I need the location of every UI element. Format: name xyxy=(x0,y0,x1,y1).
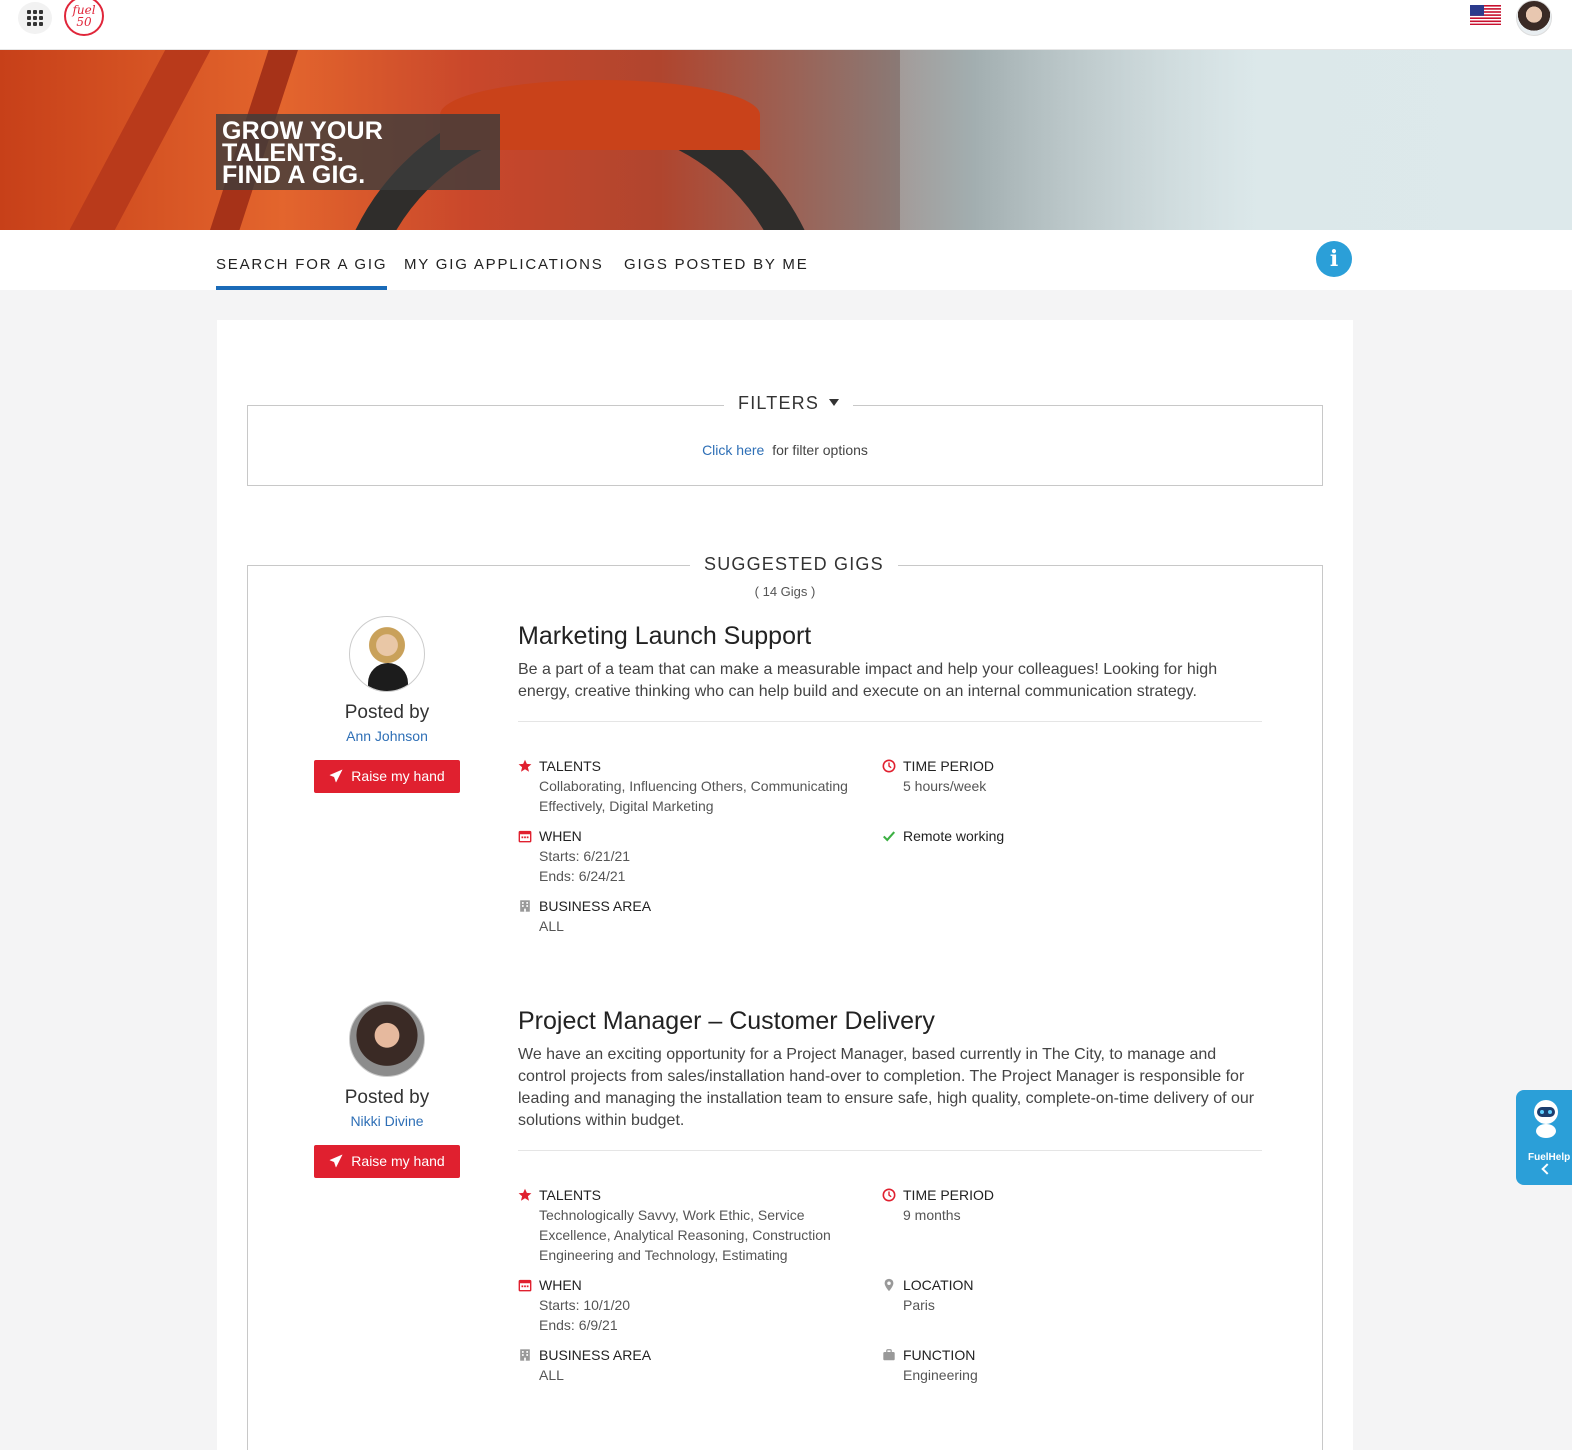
gig-talents: TALENTS Collaborating, Influencing Other… xyxy=(518,756,858,816)
raise-my-hand-button[interactable]: Raise my hand xyxy=(314,760,460,793)
banner-title: GROW YOUR TALENTS. FIND A GIG. xyxy=(216,114,500,190)
map-pin-icon xyxy=(884,1278,894,1292)
gig-business-area: BUSINESS AREA ALL xyxy=(518,1345,858,1385)
gig-time-period: TIME PERIOD 5 hours/week xyxy=(882,756,1222,796)
calendar-icon xyxy=(518,830,532,843)
star-icon xyxy=(518,759,532,772)
filters-toggle[interactable]: FILTERS xyxy=(724,393,854,414)
poster-avatar xyxy=(349,616,425,692)
star-icon xyxy=(518,1188,532,1201)
gig-business-area: BUSINESS AREA ALL xyxy=(518,896,858,936)
main-content: FILTERS Click here for filter options SU… xyxy=(217,320,1353,1450)
posted-by-label: Posted by xyxy=(344,702,430,723)
paper-plane-icon xyxy=(329,1154,343,1168)
tab-search-for-a-gig[interactable]: SEARCH FOR A GIG xyxy=(216,256,388,290)
briefcase-icon xyxy=(883,1349,895,1361)
hero-banner: GROW YOUR TALENTS. FIND A GIG. xyxy=(0,50,1572,230)
caret-down-icon xyxy=(829,398,840,406)
tab-bar: SEARCH FOR A GIG MY GIG APPLICATIONS GIG… xyxy=(0,230,1572,290)
building-icon xyxy=(520,900,530,912)
posted-by-label: Posted by xyxy=(344,1087,430,1108)
filter-options-link[interactable]: Click here xyxy=(702,442,764,458)
gig-when: WHEN Starts: 6/21/21 Ends: 6/24/21 xyxy=(518,826,858,886)
gig-function: FUNCTION Engineering xyxy=(882,1345,1222,1385)
divider xyxy=(518,721,1262,722)
paper-plane-icon xyxy=(329,769,343,783)
divider xyxy=(518,1150,1262,1151)
gigs-count: ( 14 Gigs ) xyxy=(754,584,816,599)
fuel50-logo[interactable]: fuel 50 xyxy=(64,0,104,36)
suggested-gigs-panel: SUGGESTED GIGS ( 14 Gigs ) Posted by Ann… xyxy=(247,554,1323,1450)
gig-when: WHEN Starts: 10/1/20 Ends: 6/9/21 xyxy=(518,1275,858,1335)
user-avatar[interactable] xyxy=(1516,0,1552,36)
robot-icon xyxy=(1534,1100,1558,1138)
filter-hint: Click here for filter options xyxy=(702,442,868,458)
gig-poster: Posted by Ann Johnson Raise my hand xyxy=(314,616,460,793)
gig-talents: TALENTS Technologically Savvy, Work Ethi… xyxy=(518,1185,858,1265)
us-flag-icon[interactable] xyxy=(1470,5,1501,25)
checkmark-icon xyxy=(883,831,896,842)
raise-my-hand-button[interactable]: Raise my hand xyxy=(314,1145,460,1178)
gig-title[interactable]: Marketing Launch Support xyxy=(518,622,1262,651)
gig-description: We have an exciting opportunity for a Pr… xyxy=(518,1046,1255,1129)
gig-description: Be a part of a team that can make a meas… xyxy=(518,661,1218,700)
poster-avatar xyxy=(349,1001,425,1077)
gig-time-period: TIME PERIOD 9 months xyxy=(882,1185,1222,1225)
tab-my-gig-applications[interactable]: MY GIG APPLICATIONS xyxy=(404,256,604,290)
poster-name-link[interactable]: Ann Johnson xyxy=(314,728,460,744)
building-icon xyxy=(520,1349,530,1361)
gig-details: Project Manager – Customer Delivery We h… xyxy=(518,1007,1262,1151)
gig-remote: Remote working xyxy=(882,826,1222,846)
suggested-gigs-title: SUGGESTED GIGS xyxy=(690,554,898,575)
top-bar: fuel 50 xyxy=(0,0,1572,50)
gig-poster: Posted by Nikki Divine Raise my hand xyxy=(314,1001,460,1178)
gig-title[interactable]: Project Manager – Customer Delivery xyxy=(518,1007,1262,1036)
calendar-icon xyxy=(518,1279,532,1292)
gig-location: LOCATION Paris xyxy=(882,1275,1222,1315)
info-icon[interactable]: i xyxy=(1316,241,1352,277)
tab-gigs-posted-by-me[interactable]: GIGS POSTED BY ME xyxy=(624,256,809,290)
fuelhelp-tab[interactable]: FuelHelp xyxy=(1516,1090,1572,1185)
clock-icon xyxy=(882,759,896,773)
apps-grid-icon[interactable] xyxy=(18,2,52,34)
gig-details: Marketing Launch Support Be a part of a … xyxy=(518,622,1262,722)
filters-panel: FILTERS Click here for filter options xyxy=(247,393,1323,486)
chevron-left-icon xyxy=(1541,1163,1553,1175)
clock-icon xyxy=(882,1188,896,1202)
poster-name-link[interactable]: Nikki Divine xyxy=(314,1113,460,1129)
